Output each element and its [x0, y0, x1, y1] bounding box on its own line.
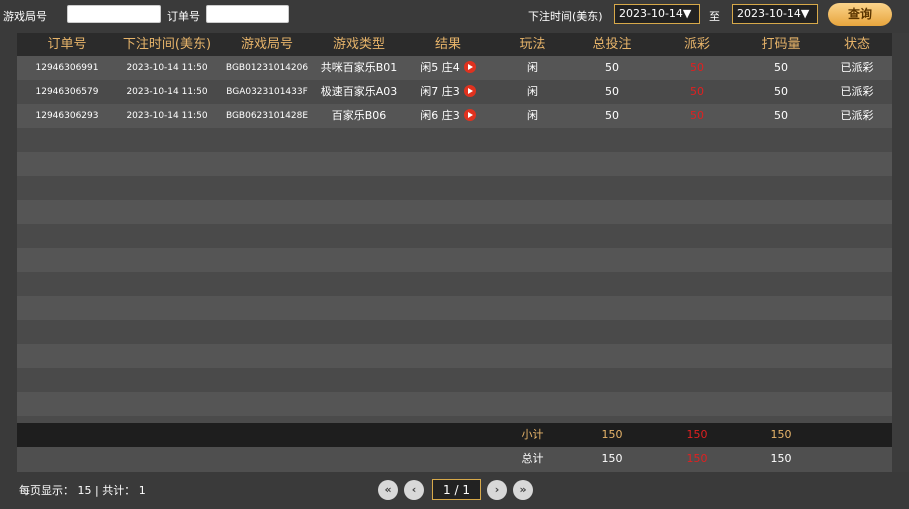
per-page-value: 15 — [77, 484, 92, 497]
cell-payout: 50 — [690, 109, 704, 122]
date-from-select[interactable]: 2023-10-14▼ — [614, 4, 700, 24]
cell-status: 已派彩 — [840, 85, 874, 98]
cell-result: 闲7 庄3 — [401, 80, 495, 104]
subtotal-rolling: 150 — [770, 428, 792, 441]
cell-game-no: BGB0623101428E — [225, 111, 309, 121]
last-page-icon[interactable]: » — [513, 480, 533, 500]
per-page-label: 每页显示： — [19, 484, 74, 497]
play-replay-icon[interactable] — [463, 109, 476, 121]
cell-game-type: 百家乐B06 — [331, 109, 387, 122]
next-page-icon[interactable]: › — [487, 480, 507, 500]
total-label: 总计 — [521, 452, 544, 465]
subtotal-bet: 150 — [601, 428, 623, 441]
cell-order-no: 12946306293 — [35, 111, 99, 121]
header-result: 结果 — [434, 37, 461, 52]
right-gutter — [892, 33, 909, 472]
empty-row — [17, 200, 892, 224]
cell-bet: 50 — [605, 85, 619, 98]
summary-separator: | — [95, 484, 99, 497]
table-header: 订单号 下注时间(美东) 游戏局号 游戏类型 结果 玩法 总投注 派彩 打码量 … — [17, 33, 892, 56]
cell-order-no: 12946306579 — [35, 87, 99, 97]
cell-rolling: 50 — [774, 61, 788, 74]
subtotal-payout: 150 — [686, 428, 708, 441]
query-button[interactable]: 查询 — [828, 3, 892, 26]
cell-result: 闲5 庄4 — [401, 56, 495, 80]
page-indicator[interactable]: 1 / 1 — [432, 479, 481, 500]
table-row: 12946306991 2023-10-14 11:50 BGB01231014… — [17, 56, 892, 80]
result-text: 闲6 庄3 — [420, 109, 460, 122]
empty-row — [17, 128, 892, 152]
filter-bar: 游戏局号 订单号 下注时间(美东) 2023-10-14▼ 至 2023-10-… — [0, 0, 909, 30]
header-bet-time: 下注时间(美东) — [122, 37, 212, 52]
total-count-label: 共计： — [102, 484, 136, 497]
table-row: 12946306293 2023-10-14 11:50 BGB06231014… — [17, 104, 892, 128]
result-text: 闲7 庄3 — [420, 85, 460, 98]
game-no-input[interactable] — [67, 5, 161, 23]
cell-game-no: BGA0323101433F — [226, 87, 308, 97]
empty-row — [17, 296, 892, 320]
cell-bet: 50 — [605, 61, 619, 74]
cell-play: 闲 — [527, 109, 538, 122]
cell-order-no: 12946306991 — [35, 63, 99, 73]
cell-payout: 50 — [690, 61, 704, 74]
date-separator: 至 — [709, 10, 720, 23]
empty-row — [17, 176, 892, 200]
order-no-input[interactable] — [206, 5, 289, 23]
header-game-no: 游戏局号 — [240, 37, 293, 52]
empty-row — [17, 152, 892, 176]
header-game-type: 游戏类型 — [332, 37, 385, 52]
header-payout: 派彩 — [683, 37, 710, 52]
result-text: 闲5 庄4 — [420, 61, 460, 74]
total-payout: 150 — [686, 452, 708, 465]
total-count-value: 1 — [138, 484, 146, 497]
empty-row — [17, 368, 892, 392]
cell-game-no: BGB01231014206 — [225, 63, 309, 73]
empty-row — [17, 344, 892, 368]
order-no-label: 订单号 — [167, 10, 200, 23]
cell-rolling: 50 — [774, 85, 788, 98]
cell-play: 闲 — [527, 85, 538, 98]
header-status: 状态 — [843, 37, 870, 52]
first-page-icon[interactable]: « — [378, 480, 398, 500]
play-replay-icon[interactable] — [463, 61, 476, 73]
cell-bet-time: 2023-10-14 11:50 — [126, 111, 208, 121]
date-to-select[interactable]: 2023-10-14▼ — [732, 4, 818, 24]
cell-rolling: 50 — [774, 109, 788, 122]
cell-play: 闲 — [527, 61, 538, 74]
header-total-bet: 总投注 — [592, 37, 632, 52]
game-no-label: 游戏局号 — [3, 10, 47, 23]
cell-game-type: 共咪百家乐B01 — [320, 61, 398, 74]
play-replay-icon[interactable] — [463, 85, 476, 97]
cell-game-type: 极速百家乐A03 — [320, 85, 398, 98]
prev-page-icon[interactable]: ‹ — [404, 480, 424, 500]
cell-bet-time: 2023-10-14 11:50 — [126, 87, 208, 97]
total-row: 总计 150 150 150 — [17, 447, 892, 472]
empty-row — [17, 320, 892, 344]
total-rolling: 150 — [770, 452, 792, 465]
subtotal-row: 小计 150 150 150 — [17, 423, 892, 447]
subtotal-label: 小计 — [521, 428, 544, 441]
header-play: 玩法 — [519, 37, 546, 52]
empty-row — [17, 392, 892, 416]
cell-status: 已派彩 — [840, 109, 874, 122]
header-order-no: 订单号 — [47, 37, 87, 52]
empty-row — [17, 248, 892, 272]
header-rolling: 打码量 — [761, 37, 801, 52]
bet-records-table: 订单号 下注时间(美东) 游戏局号 游戏类型 结果 玩法 总投注 派彩 打码量 … — [17, 33, 892, 472]
cell-payout: 50 — [690, 85, 704, 98]
cell-status: 已派彩 — [840, 61, 874, 74]
bet-time-label: 下注时间(美东) — [528, 10, 603, 23]
table-row: 12946306579 2023-10-14 11:50 BGA03231014… — [17, 80, 892, 104]
cell-result: 闲6 庄3 — [401, 104, 495, 128]
cell-bet: 50 — [605, 109, 619, 122]
empty-row — [17, 224, 892, 248]
cell-bet-time: 2023-10-14 11:50 — [126, 63, 208, 73]
total-bet: 150 — [601, 452, 623, 465]
pagination-summary: 每页显示： 15 | 共计： 1 — [19, 482, 146, 498]
empty-row — [17, 272, 892, 296]
